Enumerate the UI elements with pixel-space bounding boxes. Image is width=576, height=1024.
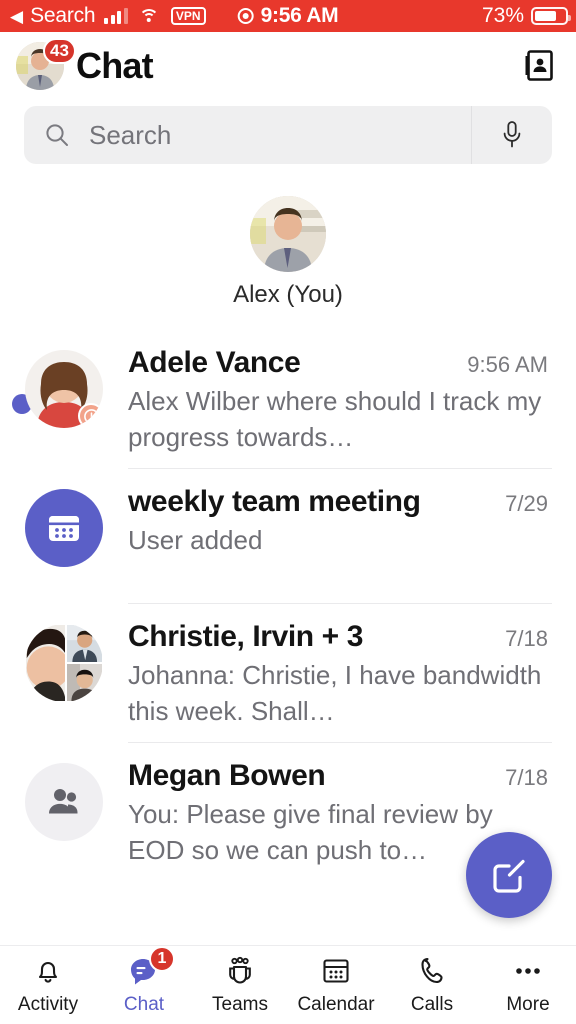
avatar-column [0,759,128,842]
avatar-column [0,620,128,703]
list-item-body: Adele Vance 9:56 AM Alex Wilber where sh… [128,346,552,455]
nav-item-more[interactable]: More [480,954,576,1016]
avatar [25,489,103,568]
search-icon [46,124,68,146]
list-item-header: Christie, Irvin + 3 7/18 [128,620,548,654]
list-item[interactable]: weekly team meeting 7/29 User added [0,469,576,605]
header-avatar-button[interactable]: 43 [16,38,76,90]
list-item-header: Adele Vance 9:56 AM [128,346,548,380]
clock-icon [83,408,99,424]
chat-timestamp: 7/29 [505,491,548,517]
teams-people-icon [222,954,258,988]
vpn-badge: VPN [170,7,206,25]
phone-glyph [421,957,443,984]
self-profile-name: Alex (You) [233,281,343,308]
avatar-column [0,485,128,568]
list-item-header: Megan Bowen 7/18 [128,759,548,793]
search-bar: Search [24,106,552,164]
compose-chat-fab[interactable] [466,832,552,918]
nav-label: Chat [123,994,165,1015]
nav-item-calls[interactable]: Calls [384,954,480,1016]
contacts-book-icon[interactable] [522,49,556,83]
record-indicator-icon [237,8,254,24]
page-title: Chat [76,45,154,86]
status-bar-right: 73% [481,4,571,28]
cellular-signal-icon [104,8,128,24]
chat-timestamp: 9:56 AM [467,352,548,377]
contacts-book-glyph [525,50,553,81]
chat-name: Adele Vance [128,346,301,379]
microphone-icon[interactable] [472,106,552,164]
chat-bubble-icon: 1 [127,946,175,988]
nav-item-calendar[interactable]: Calendar [288,954,384,1016]
nav-label: Activity [17,994,79,1015]
avatar-photo [66,625,102,663]
avatar-tile [65,624,103,664]
avatar [25,624,103,703]
bell-icon [32,954,64,988]
app-header: 43 Chat [0,32,576,100]
status-bar-left: ◀ Search VPN [0,4,206,28]
status-bar-center: 9:56 AM [237,4,339,28]
self-avatar[interactable] [250,196,326,272]
avatar [25,350,103,428]
chat-timestamp: 7/18 [505,765,548,791]
nav-item-activity[interactable]: Activity [0,954,96,1016]
chat-preview: User added [128,525,263,556]
nav-item-chat[interactable]: 1 Chat [96,946,192,1016]
nav-label: Calls [410,994,454,1015]
nav-item-teams[interactable]: Teams [192,954,288,1016]
teams-people-glyph [229,956,251,984]
self-avatar-photo [250,196,326,272]
chat-preview: Johanna: Christie, I have bandwidth this… [128,660,542,726]
list-item[interactable]: Christie, Irvin + 3 7/18 Johanna: Christ… [0,604,576,744]
ellipsis-glyph [516,968,540,974]
battery-icon [531,7,571,25]
list-item-body: weekly team meeting 7/29 User added [128,485,552,559]
header-badge-count: 43 [43,38,76,64]
chat-preview: Alex Wilber where should I track my prog… [128,386,542,452]
chat-name: Megan Bowen [128,759,326,793]
calendar-glyph [323,959,349,983]
battery-percent-label: 73% [481,4,524,27]
list-item-body: Christie, Irvin + 3 7/18 Johanna: Christ… [128,620,552,729]
search-bar-container: Search [24,106,552,164]
phone-icon [417,954,447,988]
bell-glyph [38,961,58,983]
avatar [25,763,103,842]
chat-name: Christie, Irvin + 3 [128,620,363,654]
nav-label: More [506,994,550,1015]
microphone-glyph [503,121,521,148]
compose-icon [493,859,525,893]
back-arrow-icon[interactable]: ◀ [10,8,23,25]
nav-badge-count: 1 [149,946,175,972]
people-icon [49,789,78,814]
avatar-tile [65,663,103,703]
calendar-icon [320,954,352,988]
list-item[interactable]: Adele Vance 9:56 AM Alex Wilber where sh… [0,330,576,470]
list-item-header: weekly team meeting 7/29 [128,485,548,519]
nav-label: Calendar [297,994,375,1015]
avatar-tile [25,624,66,703]
status-bar-carrier-label: Search [30,4,96,27]
search-placeholder: Search [89,119,172,150]
avatar-column [0,346,128,428]
calendar-icon [49,516,79,542]
chat-timestamp: 7/18 [505,626,548,652]
avatar-photo [25,625,65,702]
bottom-navigation: Activity 1 Chat Teams Calendar Calls Mor… [0,945,576,1024]
avatar-photo [66,664,102,702]
ellipsis-icon [511,954,545,988]
nav-label: Teams [212,994,268,1015]
status-bar-time: 9:56 AM [260,4,339,27]
chat-name: weekly team meeting [128,485,421,519]
self-profile[interactable]: Alex (You) [0,196,576,309]
wifi-icon [138,8,160,24]
presence-badge-away [78,403,103,428]
search-input[interactable]: Search [24,106,471,164]
status-bar: ◀ Search VPN 9:56 AM 73% [0,0,576,32]
chat-list: Adele Vance 9:56 AM Alex Wilber where sh… [0,330,576,883]
